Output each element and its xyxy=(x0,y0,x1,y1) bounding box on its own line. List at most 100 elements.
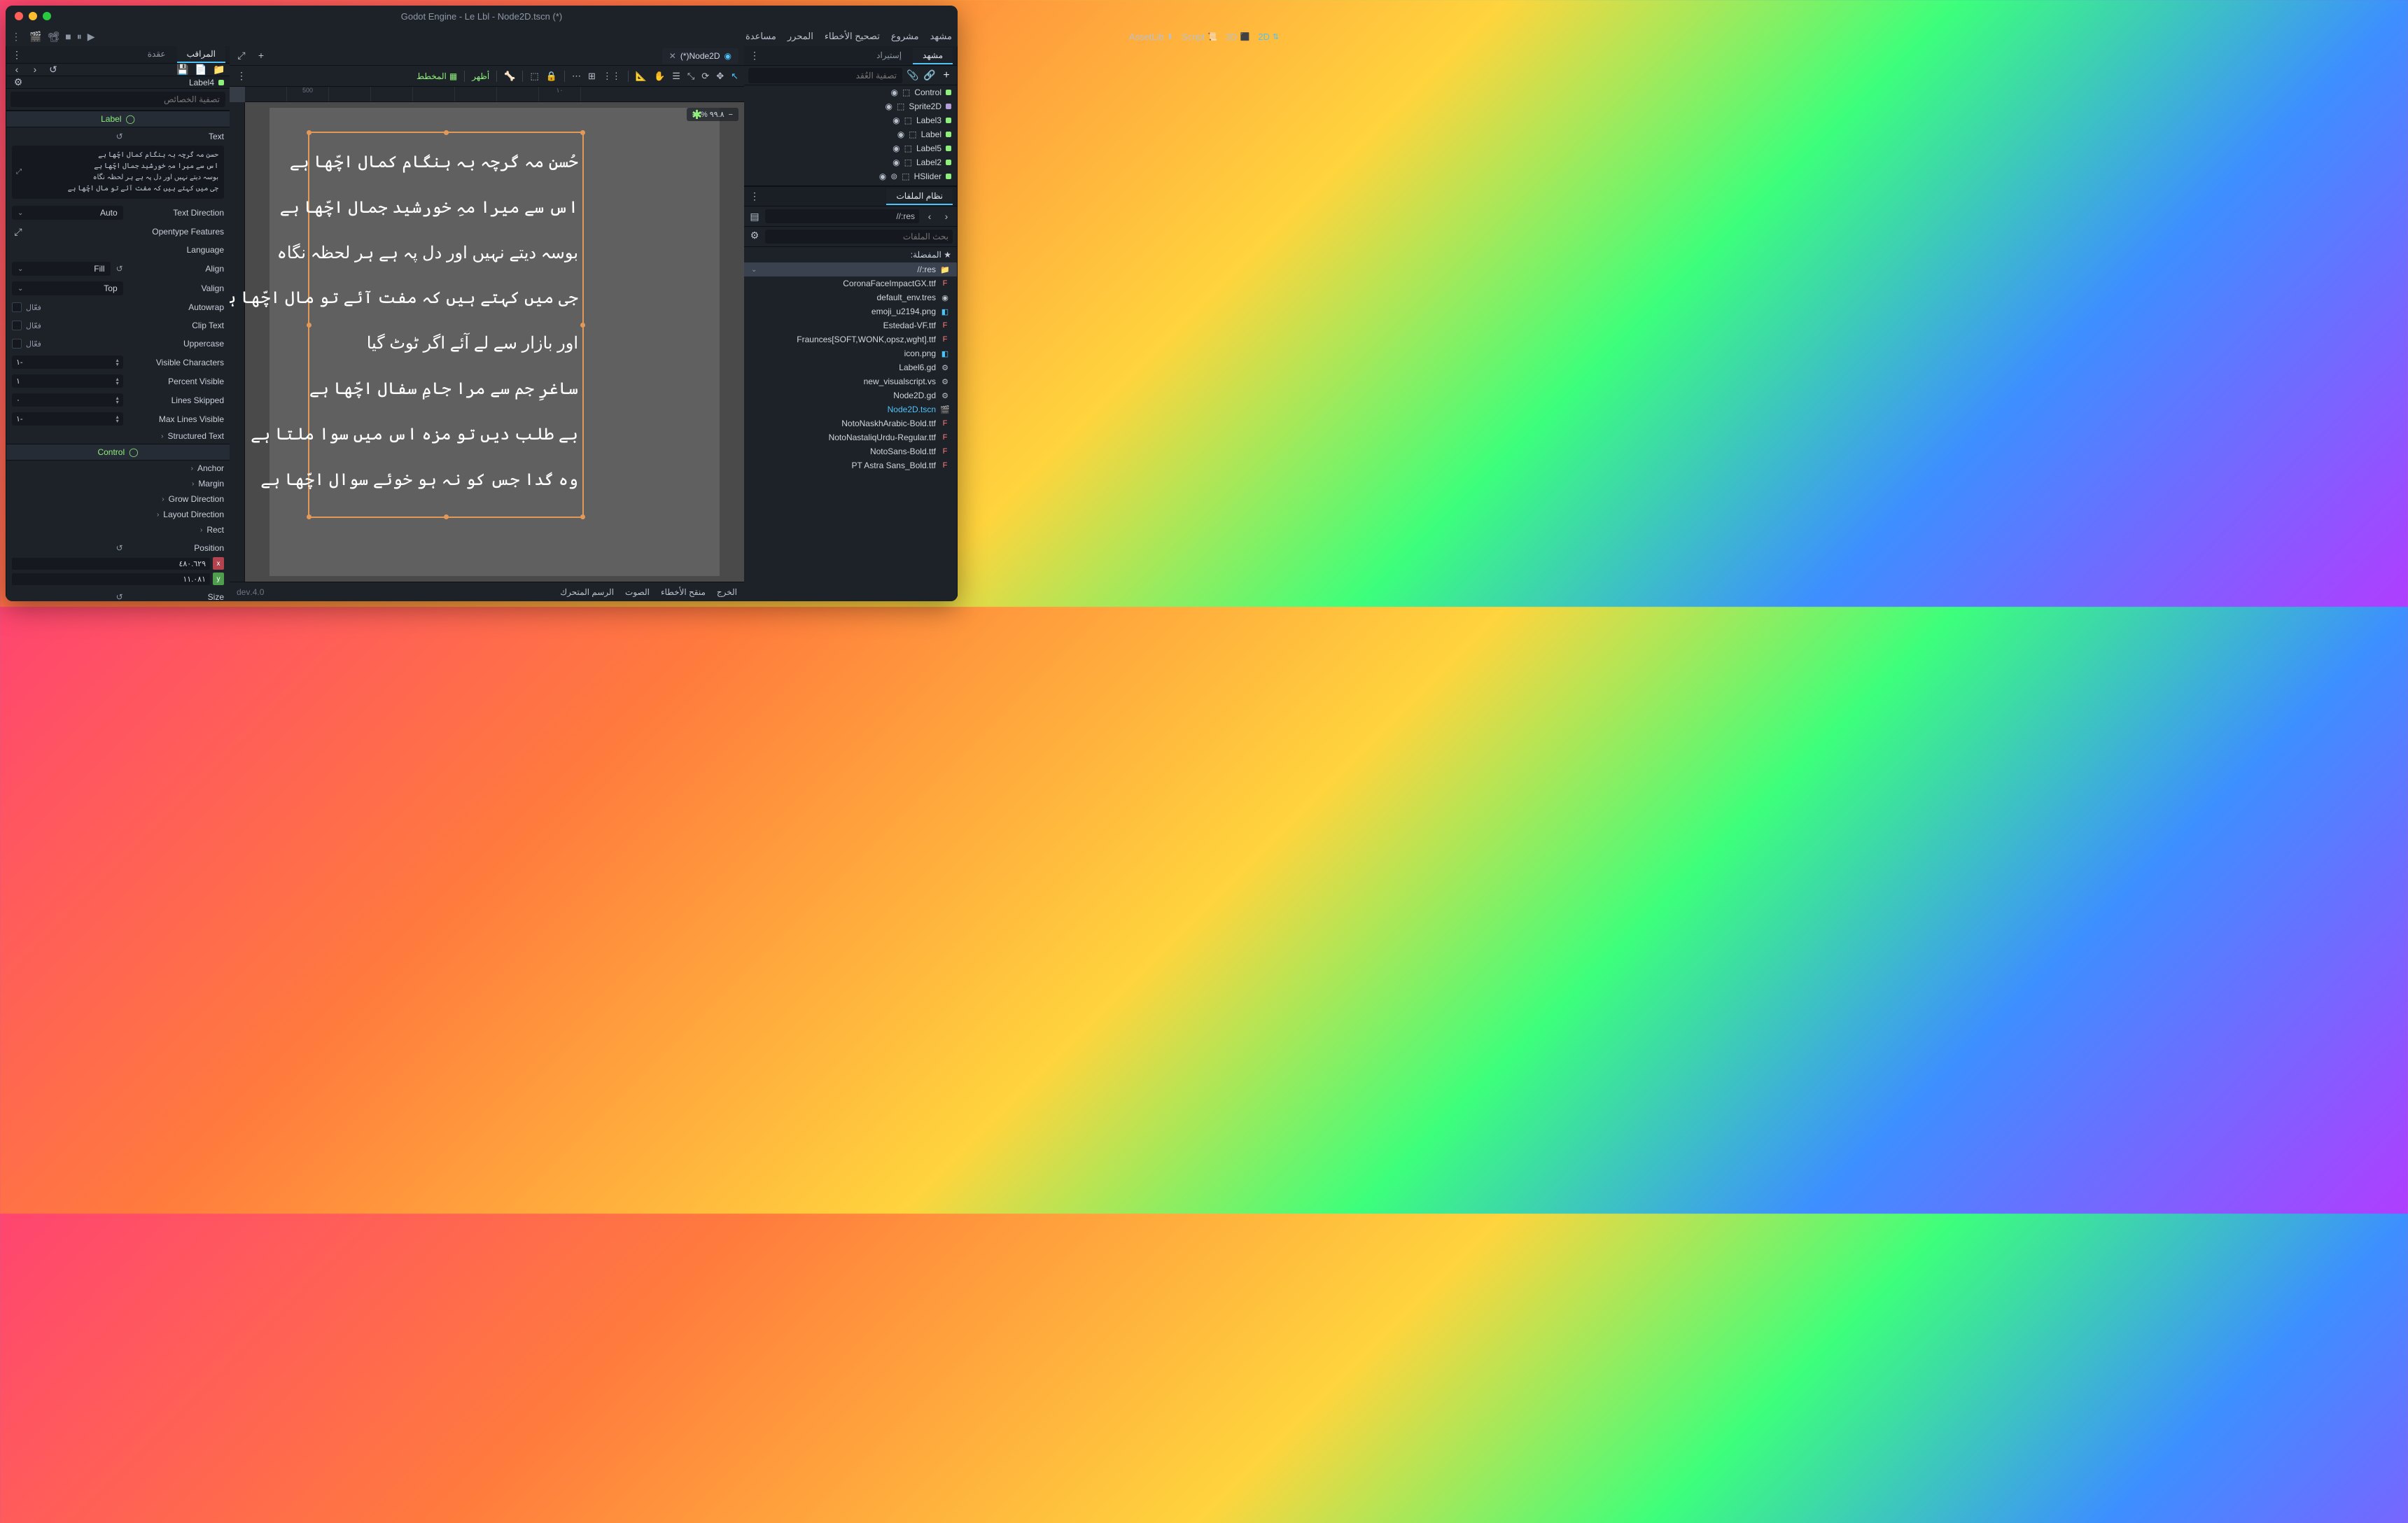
ruler-tool-icon[interactable]: 📐 xyxy=(636,71,647,82)
move-tool-icon[interactable]: ✥ xyxy=(716,71,724,82)
section-label-header[interactable]: ◯Label xyxy=(6,111,230,127)
script-slot-icon[interactable]: ⬚ xyxy=(897,101,904,111)
file-item[interactable]: ⚙new_visualscript.vs xyxy=(744,374,957,388)
snap-settings-icon[interactable]: ⋯ xyxy=(572,71,581,82)
attach-script-icon[interactable]: 📎 xyxy=(906,69,919,81)
file-item[interactable]: ◧emoji_u2194.png xyxy=(744,304,957,318)
bottom-tab-output[interactable]: الخرج xyxy=(717,587,737,597)
resize-handle[interactable] xyxy=(580,514,585,519)
list-tool-icon[interactable]: ☰ xyxy=(672,71,680,82)
menu-help[interactable]: مساعدة xyxy=(746,31,776,42)
valign-dropdown[interactable]: ⌄Top xyxy=(12,281,123,295)
grid-snap-icon[interactable]: ⊞ xyxy=(588,71,596,82)
save-icon[interactable]: 💾 xyxy=(176,64,189,76)
tree-node-control[interactable]: Control◉⬚ xyxy=(744,85,957,99)
file-item[interactable]: FCoronaFaceImpactGX.ttf xyxy=(744,276,957,290)
eye-icon[interactable]: ◉ xyxy=(879,171,886,181)
position-y-input[interactable]: ١١.٠٨١ xyxy=(12,573,210,585)
eye-icon[interactable]: ◉ xyxy=(892,115,899,125)
nav-fwd-icon[interactable]: › xyxy=(923,211,936,222)
zoom-out-icon[interactable]: − xyxy=(729,111,733,119)
menu-scene[interactable]: مشهد xyxy=(930,31,952,42)
visibility-icons[interactable]: ◉ ⊚ ⬚ xyxy=(879,171,910,181)
tree-node-label[interactable]: Label◉⬚ xyxy=(744,127,957,141)
visibility-icons[interactable]: ◉⬚ xyxy=(897,129,917,139)
visibility-icons[interactable]: ◉⬚ xyxy=(892,143,912,153)
visibility-icons[interactable]: ◉⬚ xyxy=(892,157,912,167)
prop-structured-text[interactable]: Structured Text‹ xyxy=(6,428,230,444)
signal-icon[interactable]: ⊚ xyxy=(890,171,897,181)
panel-kebab-icon[interactable]: ⋮ xyxy=(10,49,23,61)
fs-settings-icon[interactable]: ⚙ xyxy=(748,230,761,244)
resize-handle[interactable] xyxy=(580,323,585,328)
position-x-input[interactable]: ٤٨٠.٦٢٩ xyxy=(12,558,210,570)
visible-chars-input[interactable]: ١-▴▾ xyxy=(12,356,123,369)
history-fwd-icon[interactable]: › xyxy=(29,64,41,76)
resize-handle[interactable] xyxy=(307,514,312,519)
resize-handle[interactable] xyxy=(444,130,449,135)
text-value-preview[interactable]: ⤢ حسن مہ گرچہ بہ ہنگام کمال اچّھا ہے اس … xyxy=(12,146,224,199)
visibility-icons[interactable]: ◉⬚ xyxy=(890,87,910,97)
file-item[interactable]: ⚙Node2D.gd xyxy=(744,388,957,402)
script-slot-icon[interactable]: ⬚ xyxy=(904,143,912,153)
eye-icon[interactable]: ◉ xyxy=(892,157,899,167)
section-control-header[interactable]: ◯Control xyxy=(6,444,230,461)
eye-icon[interactable]: ◉ xyxy=(897,129,904,139)
file-item[interactable]: ⚙Label6.gd xyxy=(744,360,957,374)
tree-node-label3[interactable]: Label3◉⬚ xyxy=(744,113,957,127)
align-dropdown[interactable]: ⌄Fill xyxy=(12,262,111,276)
file-item[interactable]: ◧icon.png xyxy=(744,346,957,360)
play-custom-icon[interactable]: 📽 xyxy=(47,31,59,43)
menu-editor[interactable]: المحرر xyxy=(788,31,813,42)
menu-debug[interactable]: تصحيح الأخطاء xyxy=(825,31,880,42)
current-path[interactable]: res:// xyxy=(765,209,919,223)
lock-icon[interactable]: 🔒 xyxy=(546,71,557,82)
folder-icon[interactable]: 📁 xyxy=(213,64,225,76)
script-slot-icon[interactable]: ⬚ xyxy=(902,171,909,181)
scale-tool-icon[interactable]: ⤡ xyxy=(687,71,694,82)
expand-view-icon[interactable]: ⤢ xyxy=(235,50,248,62)
resize-handle[interactable] xyxy=(444,514,449,519)
menu-project[interactable]: مشروع xyxy=(891,31,919,42)
filesystem-header[interactable]: نظام الملفات xyxy=(886,188,953,205)
eye-icon[interactable]: ◉ xyxy=(892,143,899,153)
reset-icon[interactable]: ↺ xyxy=(116,132,123,141)
resize-handle[interactable] xyxy=(580,130,585,135)
bottom-tab-audio[interactable]: الصوت xyxy=(625,587,650,597)
file-item[interactable]: FNotoNastaliqUrdu-Regular.ttf xyxy=(744,430,957,444)
prop-layout-dir[interactable]: Layout Direction‹ xyxy=(6,507,230,522)
eye-icon[interactable]: ◉ xyxy=(885,101,892,111)
file-item[interactable]: FNotoNaskhArabic-Bold.ttf xyxy=(744,416,957,430)
gizmo-icon[interactable]: ✱ xyxy=(692,108,706,122)
add-scene-icon[interactable]: + xyxy=(255,50,267,62)
play-scene-icon[interactable]: 🎬 xyxy=(29,31,41,43)
eye-icon[interactable]: ◉ xyxy=(890,87,897,97)
autowrap-checkbox[interactable] xyxy=(12,302,22,312)
resize-handle[interactable] xyxy=(307,130,312,135)
tree-node-label2[interactable]: Label2◉⬚ xyxy=(744,155,957,169)
tree-node-hslider2[interactable]: HSlider2◉⊚⬚ xyxy=(744,183,957,185)
script-slot-icon[interactable]: ⬚ xyxy=(902,87,910,97)
tab-node[interactable]: عقدة xyxy=(138,46,176,63)
bottom-tab-animation[interactable]: الرسم المتحرك xyxy=(560,587,614,597)
panel-kebab-icon[interactable]: ⋮ xyxy=(748,50,761,62)
visibility-icons[interactable]: ◉⬚ xyxy=(892,115,912,125)
pan-tool-icon[interactable]: ✋ xyxy=(654,71,665,82)
visibility-icons[interactable]: ◉⬚ xyxy=(885,101,904,111)
script-slot-icon[interactable]: ⬚ xyxy=(909,129,916,139)
scene-tab[interactable]: ◉ Node2D(*) ✕ xyxy=(662,48,738,64)
stop-icon[interactable]: ■ xyxy=(65,31,71,42)
tab-scene[interactable]: مشهد xyxy=(913,48,953,64)
reset-icon[interactable]: ↺ xyxy=(116,264,123,274)
open-icon[interactable]: 📄 xyxy=(195,64,207,76)
minimize-window-button[interactable] xyxy=(29,12,37,20)
file-item[interactable]: ◉default_env.tres xyxy=(744,290,957,304)
link-icon[interactable]: 🔗 xyxy=(923,69,936,81)
rotate-tool-icon[interactable]: ⟳ xyxy=(701,71,709,82)
play-icon[interactable]: ▶ xyxy=(88,31,95,43)
viewport-kebab-icon[interactable]: ⋮ xyxy=(235,70,248,82)
filesystem-search-input[interactable] xyxy=(765,230,953,244)
percent-input[interactable]: ١▴▾ xyxy=(12,374,123,388)
max-lines-input[interactable]: ١-▴▾ xyxy=(12,412,123,426)
fs-root-item[interactable]: 📁res://⌄ xyxy=(744,262,957,276)
